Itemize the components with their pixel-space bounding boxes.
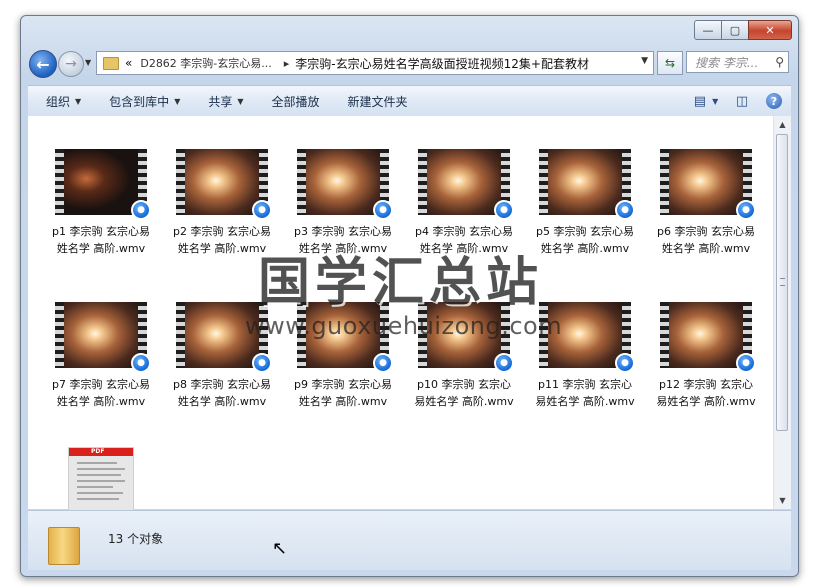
- minimize-button[interactable]: —: [694, 20, 722, 40]
- share-label: 共享: [208, 94, 233, 109]
- item-count: 13 个对象: [108, 532, 164, 546]
- file-item[interactable]: ● p6 李宗驹 玄宗心易姓名学 高阶.wmv: [656, 149, 756, 257]
- file-item[interactable]: ● p2 李宗驹 玄宗心易姓名学 高阶.wmv: [172, 149, 272, 257]
- media-player-icon: ●: [615, 353, 635, 373]
- help-icon: ?: [766, 93, 782, 109]
- preview-pane-button[interactable]: ◫: [729, 89, 755, 113]
- file-name: p1 李宗驹 玄宗心易姓名学 高阶.wmv: [52, 225, 150, 255]
- scroll-up-button[interactable]: ▲: [774, 116, 791, 133]
- breadcrumb-item-parent[interactable]: D2862 李宗驹-玄宗心易...: [140, 55, 271, 71]
- file-name: p7 李宗驹 玄宗心易姓名学 高阶.wmv: [52, 378, 150, 408]
- toolbar-right: ▤ ▼ ◫ ?: [693, 86, 791, 116]
- preview-pane-icon: ◫: [735, 93, 749, 109]
- chevron-down-icon: ▼: [712, 96, 719, 106]
- folder-icon: [103, 56, 119, 70]
- file-item[interactable]: ● p12 李宗驹 玄宗心易姓名学 高阶.wmv: [656, 302, 756, 410]
- refresh-button[interactable]: ⇆: [657, 51, 683, 75]
- vertical-scrollbar[interactable]: ▲ ▼: [773, 116, 791, 509]
- search-placeholder: 搜索 李宗...: [695, 55, 759, 70]
- search-input[interactable]: 搜索 李宗... ⚲: [686, 51, 789, 73]
- play-all-button[interactable]: 全部播放: [258, 93, 334, 110]
- refresh-icon: ⇆: [664, 56, 676, 70]
- arrow-right-icon: →: [65, 56, 77, 72]
- chevron-down-icon: ▼: [75, 96, 82, 106]
- organize-button[interactable]: 组织 ▼: [28, 93, 95, 110]
- recent-pages-dropdown[interactable]: ▼: [85, 58, 91, 67]
- media-player-icon: ●: [373, 353, 393, 373]
- media-player-icon: ●: [252, 353, 272, 373]
- file-name: p5 李宗驹 玄宗心易姓名学 高阶.wmv: [536, 225, 634, 255]
- media-player-icon: ●: [131, 353, 151, 373]
- folder-icon: [48, 527, 80, 565]
- file-item[interactable]: ● p7 李宗驹 玄宗心易姓名学 高阶.wmv: [51, 302, 151, 410]
- include-library-label: 包含到库中: [109, 94, 170, 109]
- file-name: p12 李宗驹 玄宗心易姓名学 高阶.wmv: [656, 378, 756, 408]
- media-player-icon: ●: [252, 200, 272, 220]
- video-thumbnail: ●: [176, 149, 272, 220]
- address-dropdown[interactable]: ▼: [641, 56, 648, 66]
- text-line: [77, 462, 117, 464]
- video-thumbnail: ●: [55, 149, 151, 220]
- caption-buttons: — ▢ ✕: [694, 20, 792, 40]
- media-player-icon: ●: [494, 353, 514, 373]
- file-item[interactable]: ● p1 李宗驹 玄宗心易姓名学 高阶.wmv: [51, 149, 151, 257]
- search-icon[interactable]: ⚲: [775, 55, 784, 69]
- mouse-cursor-icon: ↖: [272, 538, 288, 559]
- back-button[interactable]: ←: [29, 50, 57, 78]
- file-name: p2 李宗驹 玄宗心易姓名学 高阶.wmv: [173, 225, 271, 255]
- chevron-down-icon: ▼: [237, 96, 244, 106]
- view-options-button[interactable]: ▤ ▼: [693, 89, 719, 113]
- video-thumbnail: ●: [297, 149, 393, 220]
- scroll-thumb[interactable]: [776, 134, 788, 431]
- file-name: p6 李宗驹 玄宗心易姓名学 高阶.wmv: [657, 225, 755, 255]
- scroll-down-button[interactable]: ▼: [774, 492, 791, 509]
- command-bar: 组织 ▼ 包含到库中 ▼ 共享 ▼ 全部播放 新建文件夹 ▤ ▼ ◫ ?: [28, 85, 791, 117]
- organize-label: 组织: [46, 94, 71, 109]
- arrow-left-icon: ←: [36, 54, 50, 74]
- file-name: p8 李宗驹 玄宗心易姓名学 高阶.wmv: [173, 378, 271, 408]
- video-thumbnail: ●: [418, 149, 514, 220]
- media-player-icon: ●: [131, 200, 151, 220]
- media-player-icon: ●: [373, 200, 393, 220]
- details-pane: 13 个对象: [28, 510, 791, 570]
- media-player-icon: ●: [494, 200, 514, 220]
- include-library-button[interactable]: 包含到库中 ▼: [95, 93, 194, 110]
- video-thumbnail: ●: [55, 302, 151, 373]
- grip-icon: [780, 278, 785, 286]
- watermark-url: www.guoxuehuizong.com: [245, 312, 563, 340]
- chevron-down-icon: ▼: [174, 96, 181, 106]
- text-line: [77, 468, 125, 470]
- maximize-button[interactable]: ▢: [721, 20, 749, 40]
- share-button[interactable]: 共享 ▼: [194, 93, 257, 110]
- close-button[interactable]: ✕: [748, 20, 792, 40]
- file-name: p9 李宗驹 玄宗心易姓名学 高阶.wmv: [294, 378, 392, 408]
- pdf-file-thumbnail[interactable]: PDF: [68, 447, 134, 511]
- video-thumbnail: ●: [539, 149, 635, 220]
- breadcrumb-separator[interactable]: ▸: [284, 57, 290, 70]
- media-player-icon: ●: [736, 200, 756, 220]
- breadcrumb-item-current[interactable]: 李宗驹-玄宗心易姓名学高级面授班视频12集+配套教材: [295, 55, 589, 72]
- text-line: [77, 486, 113, 488]
- video-thumbnail: ●: [660, 149, 756, 220]
- video-thumbnail: ●: [660, 302, 756, 373]
- text-line: [77, 474, 121, 476]
- file-item[interactable]: ● p5 李宗驹 玄宗心易姓名学 高阶.wmv: [535, 149, 635, 257]
- text-line: [77, 492, 123, 494]
- pdf-badge: PDF: [69, 448, 133, 456]
- file-name: p11 李宗驹 玄宗心易姓名学 高阶.wmv: [535, 378, 635, 408]
- file-name: p10 李宗驹 玄宗心易姓名学 高阶.wmv: [414, 378, 514, 408]
- media-player-icon: ●: [615, 200, 635, 220]
- text-line: [77, 498, 119, 500]
- view-icon: ▤: [693, 93, 707, 109]
- media-player-icon: ●: [736, 353, 756, 373]
- text-line: [77, 480, 125, 482]
- navigation-bar: ← → ▼ « D2862 李宗驹-玄宗心易... ▸ 李宗驹-玄宗心易姓名学高…: [29, 49, 790, 79]
- new-folder-button[interactable]: 新建文件夹: [334, 93, 422, 110]
- breadcrumb-overflow[interactable]: «: [125, 56, 132, 70]
- help-button[interactable]: ?: [761, 89, 787, 113]
- address-bar[interactable]: « D2862 李宗驹-玄宗心易... ▸ 李宗驹-玄宗心易姓名学高级面授班视频…: [96, 51, 654, 75]
- forward-button[interactable]: →: [58, 51, 84, 77]
- watermark-text: 国学汇总站: [258, 253, 544, 313]
